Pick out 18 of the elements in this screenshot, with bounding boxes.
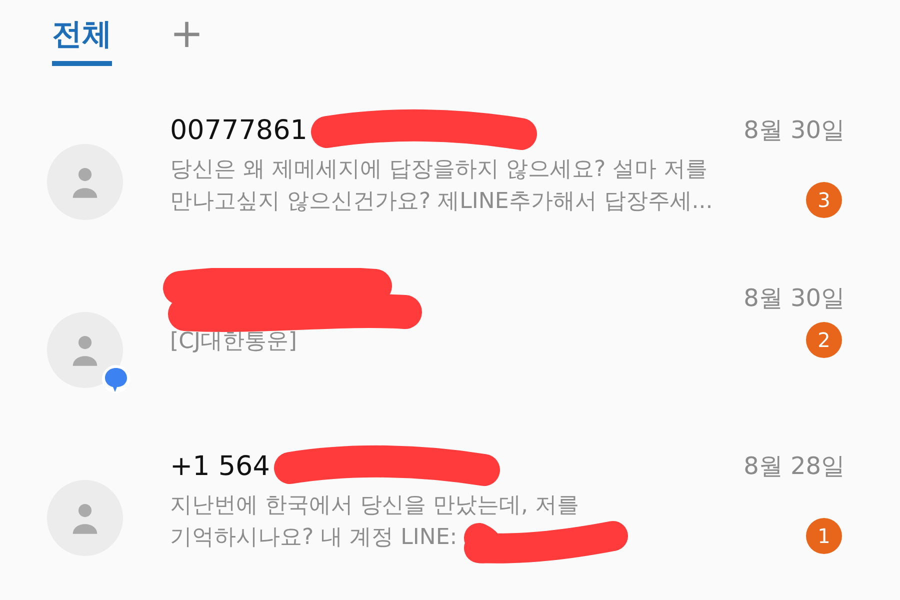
person-icon <box>71 334 99 366</box>
add-tab-button[interactable]: + <box>170 14 204 54</box>
person-icon <box>71 502 99 534</box>
sender-name: 00777861 <box>170 114 308 146</box>
unread-count: 3 <box>806 182 842 218</box>
message-preview: 지난번에 한국에서 당신을 만났는데, 저를 <box>170 492 579 520</box>
unread-count: 1 <box>806 518 842 554</box>
unread-count: 2 <box>806 322 842 358</box>
message-date: 8월 30일 <box>744 283 845 314</box>
message-preview: 만나고싶지 않으신건가요? 제LINE추가해서 답장주세... <box>170 188 713 216</box>
message-date: 8월 28일 <box>744 451 845 482</box>
all-tab[interactable]: 전체 <box>52 14 112 66</box>
message-preview: 당신은 왜 제메세지에 답장을하지 않으세요? 설마 저를 <box>170 156 708 184</box>
person-icon <box>71 166 99 198</box>
message-preview: [CJ대한통운] <box>170 328 298 356</box>
message-date: 8월 30일 <box>744 115 845 146</box>
sender-name: +1 564 <box>170 450 270 482</box>
message-preview: 기억하시나요? 내 계정 LINE: <box>170 524 458 552</box>
